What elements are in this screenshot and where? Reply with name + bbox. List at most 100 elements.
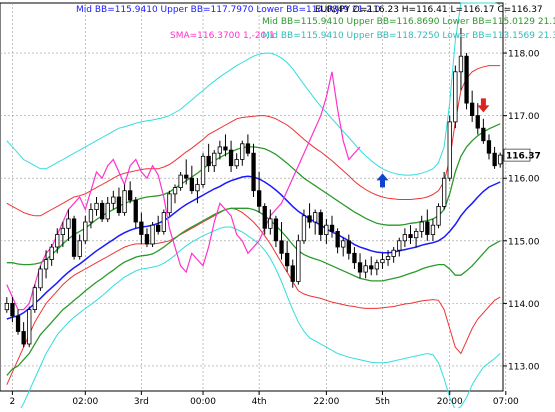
x-tick-label: 00:00 bbox=[190, 397, 216, 407]
candle-body bbox=[77, 240, 82, 257]
legend-entry: Mid BB=115.9410 Upper BB=118.7250 Lower … bbox=[262, 31, 555, 41]
candle-body bbox=[441, 177, 447, 207]
candle-body bbox=[469, 102, 475, 116]
candle-body bbox=[223, 146, 228, 151]
candle-body bbox=[385, 256, 391, 260]
candle-body bbox=[144, 234, 150, 245]
candle-body bbox=[200, 155, 206, 185]
candle-body bbox=[122, 190, 127, 213]
candle-body bbox=[240, 143, 245, 160]
candle-body bbox=[49, 246, 54, 261]
candle-body bbox=[195, 184, 200, 192]
candle-body bbox=[60, 227, 65, 236]
candle-body bbox=[475, 115, 480, 129]
candle-body bbox=[234, 159, 239, 167]
candle-body bbox=[307, 215, 312, 223]
y-tick-label: 117.00 bbox=[508, 112, 540, 122]
candle-body bbox=[391, 249, 396, 257]
candle-body bbox=[127, 190, 133, 201]
current-price-tag: 116.37 bbox=[503, 148, 541, 162]
candle-body bbox=[481, 127, 486, 142]
y-tick-label: 116.00 bbox=[508, 175, 540, 185]
candle-body bbox=[369, 265, 374, 270]
candle-body bbox=[256, 190, 262, 207]
candle-body bbox=[206, 155, 211, 167]
candle-body bbox=[329, 224, 335, 232]
candle-body bbox=[38, 268, 43, 289]
candle-body bbox=[133, 199, 138, 223]
candle-body bbox=[105, 202, 110, 220]
x-tick-label: 22:00 bbox=[313, 397, 339, 407]
candle-body bbox=[324, 224, 329, 235]
price-chart: 118.00 117.00 116.00 115.00 114.00 113.00 2 02:… bbox=[0, 0, 555, 412]
candle-body bbox=[290, 265, 295, 282]
x-tick-label: 5th bbox=[375, 397, 390, 407]
candle-body bbox=[245, 143, 251, 154]
candle-body bbox=[301, 215, 307, 242]
x-tick-label: 3rd bbox=[134, 397, 149, 407]
candle-body bbox=[150, 224, 155, 245]
candle-body bbox=[357, 262, 363, 273]
candle-body bbox=[312, 212, 318, 223]
candle-body bbox=[268, 218, 273, 229]
candle-body bbox=[335, 230, 340, 248]
x-tick-label: 02:00 bbox=[72, 397, 98, 407]
chart-title: EUR/JPY O=116.23 H=116.41 L=116.17 C=116… bbox=[315, 5, 543, 15]
candle-body bbox=[458, 55, 464, 73]
candle-body bbox=[43, 259, 49, 270]
candle-body bbox=[21, 331, 26, 345]
y-tick-label: 115.00 bbox=[508, 237, 540, 247]
candle-body bbox=[189, 177, 195, 192]
candle-body bbox=[15, 315, 21, 332]
candle-body bbox=[363, 265, 368, 273]
candle-body bbox=[116, 196, 122, 214]
candle-body bbox=[88, 209, 94, 223]
y-tick-label: 113.00 bbox=[508, 362, 540, 372]
candle-body bbox=[296, 240, 301, 282]
candle-body bbox=[374, 262, 380, 270]
x-tick-label: 20:00 bbox=[437, 397, 463, 407]
candle-body bbox=[284, 252, 290, 267]
candle-body bbox=[71, 218, 77, 257]
candle-body bbox=[492, 152, 497, 167]
candle-body bbox=[66, 218, 71, 229]
candle-body bbox=[4, 302, 9, 311]
candle-body bbox=[273, 218, 279, 242]
candle-body bbox=[464, 55, 469, 104]
candle-body bbox=[408, 234, 413, 238]
candle-body bbox=[32, 287, 37, 311]
candle-body bbox=[402, 234, 408, 242]
candle-body bbox=[27, 309, 32, 345]
candle-body bbox=[318, 212, 323, 235]
candle-body bbox=[436, 205, 441, 226]
x-tick-label: 4th bbox=[252, 397, 267, 407]
candle-body bbox=[430, 224, 436, 235]
candle-body bbox=[212, 152, 217, 167]
candle-body bbox=[341, 240, 346, 248]
candle-body bbox=[83, 221, 88, 242]
candle-body bbox=[228, 149, 234, 167]
candle-body bbox=[425, 221, 430, 235]
candle-body bbox=[100, 202, 105, 220]
candle-body bbox=[111, 196, 116, 204]
candle-body bbox=[262, 205, 267, 229]
chart-container: 118.00 117.00 116.00 115.00 114.00 113.00 2 02:… bbox=[0, 0, 555, 412]
candle-body bbox=[413, 230, 419, 239]
candle-body bbox=[447, 121, 452, 179]
legend-entry: SMA=116.3700 1,-20,1 bbox=[170, 31, 275, 41]
legend-entry: Mid BB=115.9410 Upper BB=116.8690 Lower … bbox=[262, 17, 555, 27]
x-tick-label: 2 bbox=[10, 397, 16, 407]
candle-body bbox=[380, 259, 385, 264]
candle-body bbox=[217, 146, 223, 154]
candle-body bbox=[184, 174, 189, 179]
candle-body bbox=[498, 154, 503, 165]
candle-body bbox=[352, 252, 357, 264]
y-tick-label: 118.00 bbox=[508, 50, 540, 60]
candle-body bbox=[486, 140, 492, 154]
candle-body bbox=[155, 224, 161, 232]
candle-body bbox=[161, 212, 167, 232]
current-price-label: 116.37 bbox=[506, 152, 541, 162]
candle-body bbox=[178, 174, 183, 189]
candle-body bbox=[453, 71, 458, 123]
candle-body bbox=[94, 202, 99, 211]
